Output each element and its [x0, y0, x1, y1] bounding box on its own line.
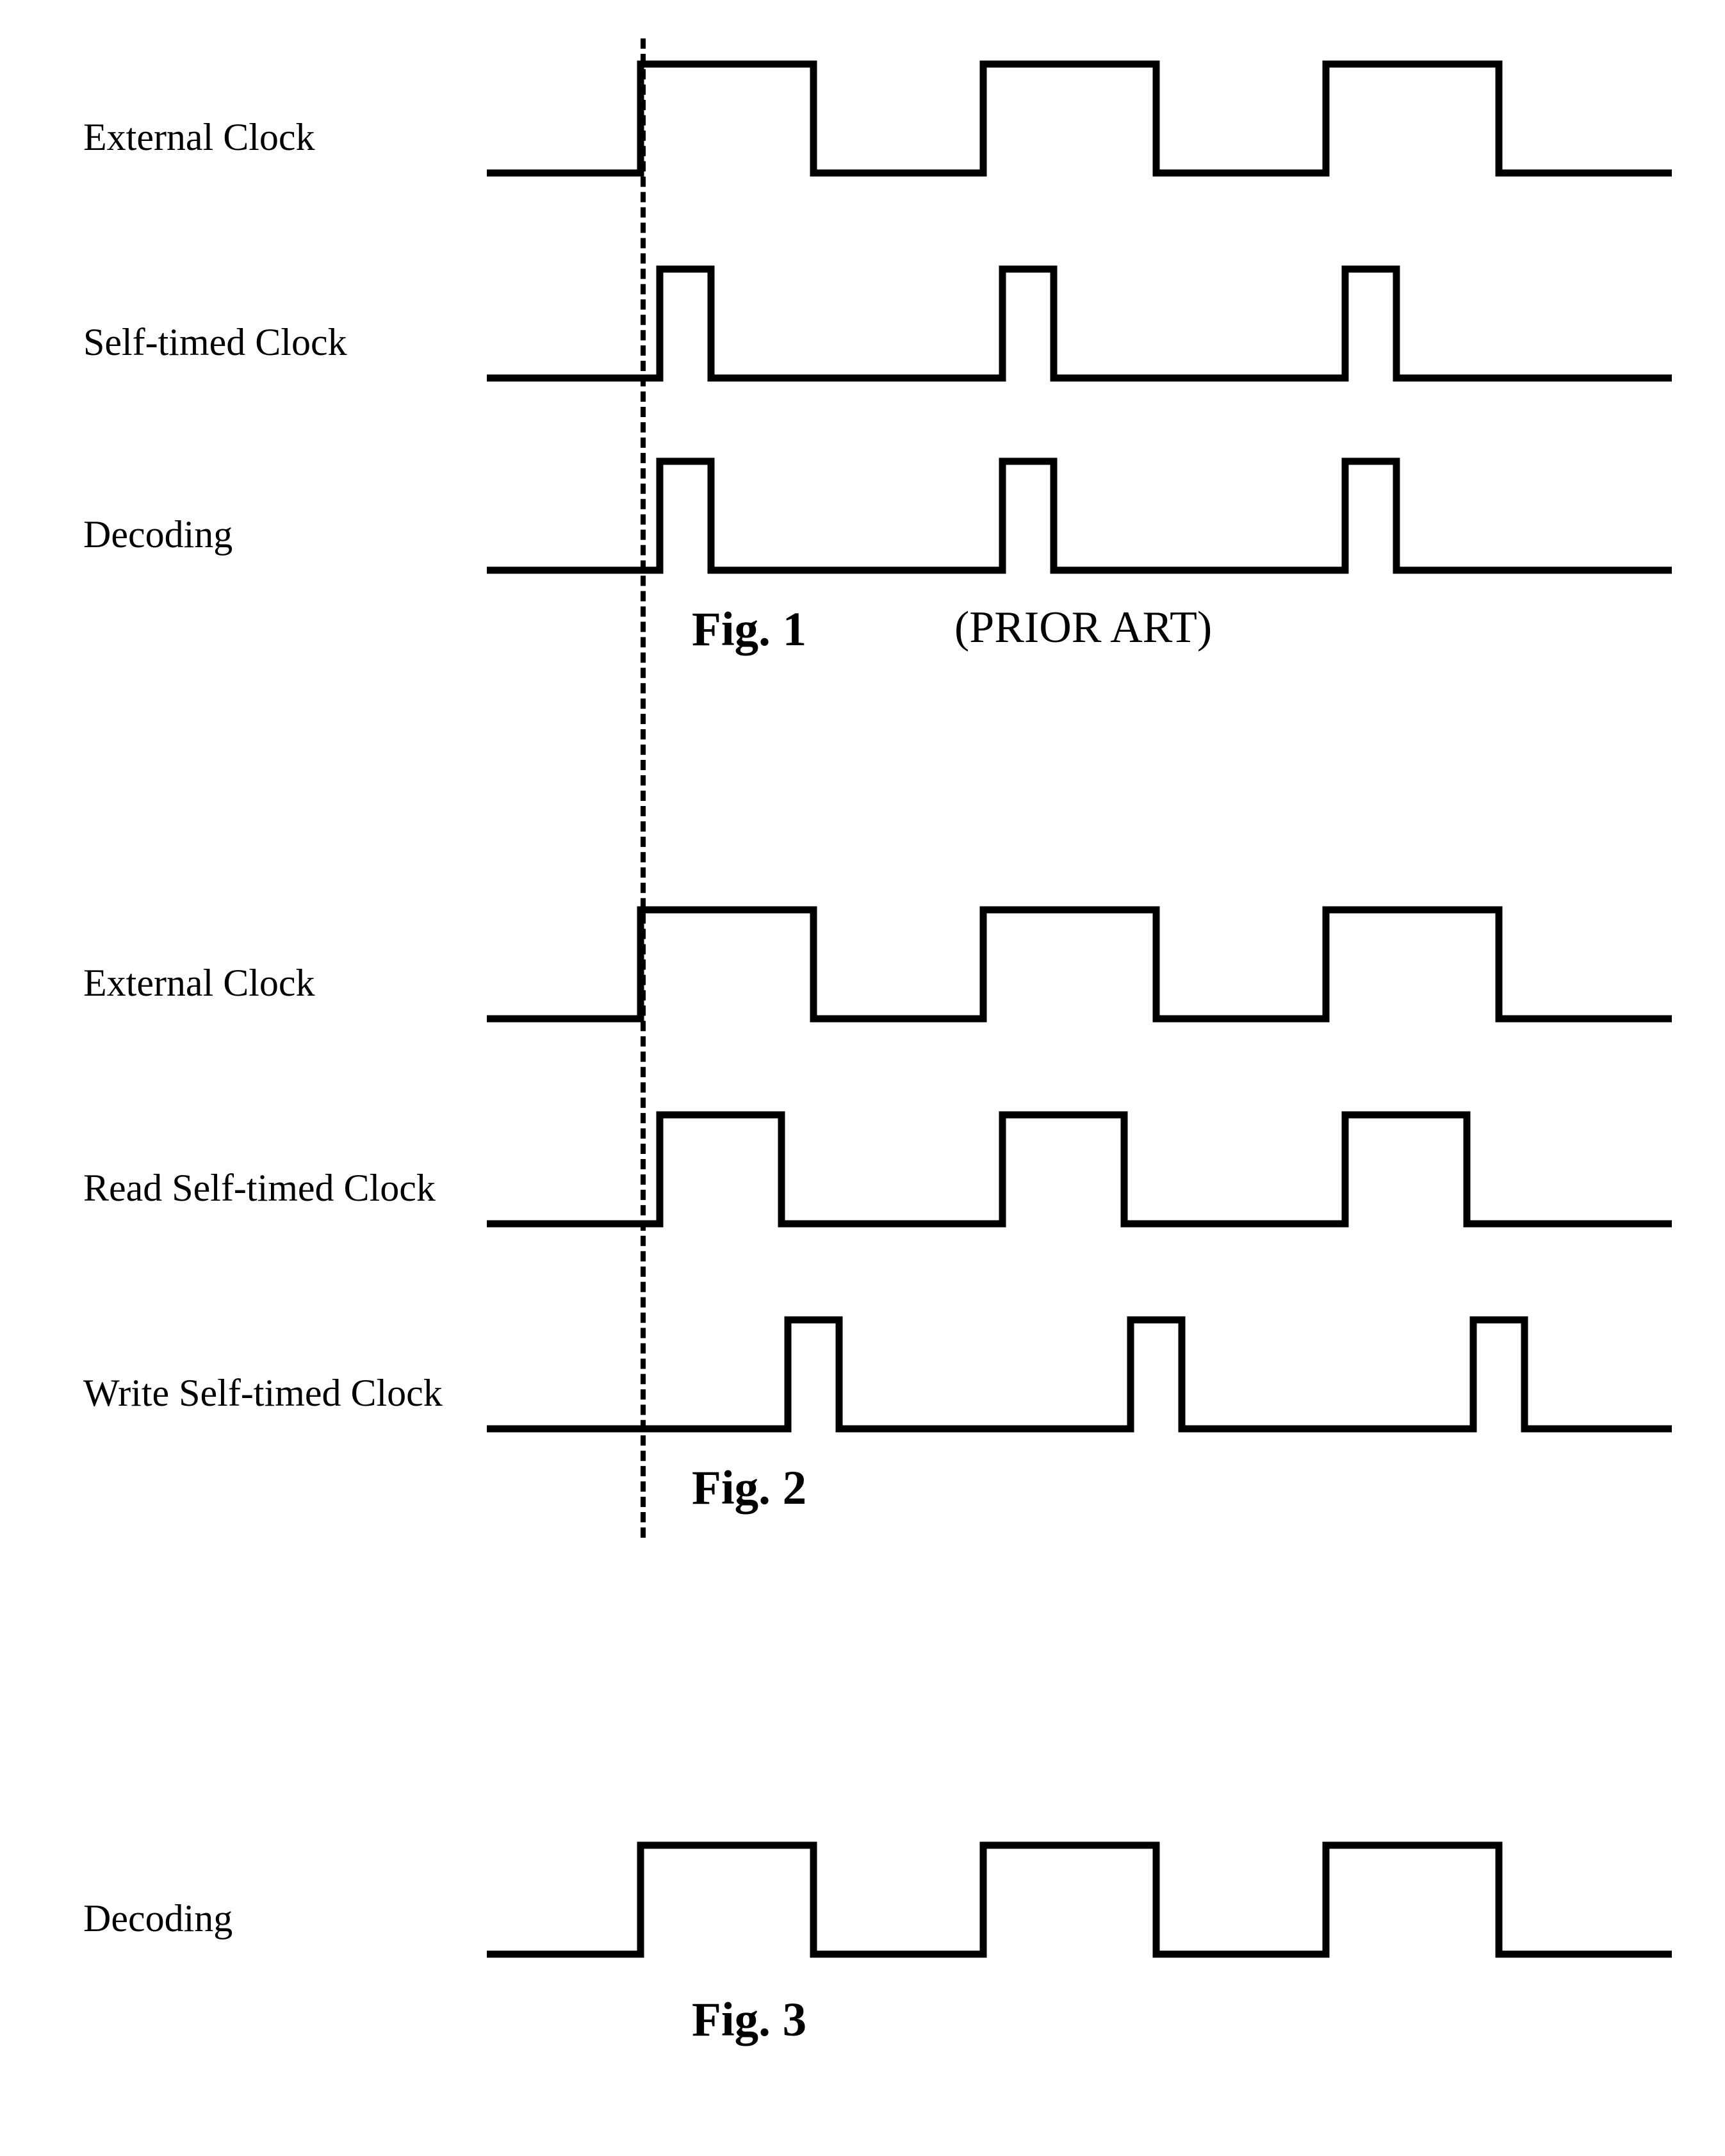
signal-label-decoding-1: Decoding [83, 513, 233, 557]
waveform-self-timed-clock [487, 256, 1672, 384]
waveform-write-self-timed-clock [487, 1307, 1672, 1435]
waveform-external-clock-1 [487, 51, 1672, 179]
figure-1-label: Fig. 1 [692, 602, 806, 657]
signal-label-external-clock-2: External Clock [83, 961, 315, 1005]
waveform-decoding-3 [487, 1832, 1672, 1961]
figure-2-label: Fig. 2 [692, 1461, 806, 1516]
waveform-read-self-timed-clock [487, 1102, 1672, 1230]
signal-label-external-clock-1: External Clock [83, 115, 315, 160]
waveform-decoding-1 [487, 448, 1672, 577]
signal-label-decoding-3: Decoding [83, 1897, 233, 1941]
waveform-external-clock-2 [487, 897, 1672, 1025]
prior-art-label: (PRIOR ART) [954, 602, 1212, 654]
signal-label-write-self-timed-clock: Write Self-timed Clock [83, 1371, 443, 1415]
signal-label-read-self-timed-clock: Read Self-timed Clock [83, 1166, 436, 1210]
figure-3-label: Fig. 3 [692, 1993, 806, 2048]
signal-label-self-timed-clock: Self-timed Clock [83, 320, 347, 365]
